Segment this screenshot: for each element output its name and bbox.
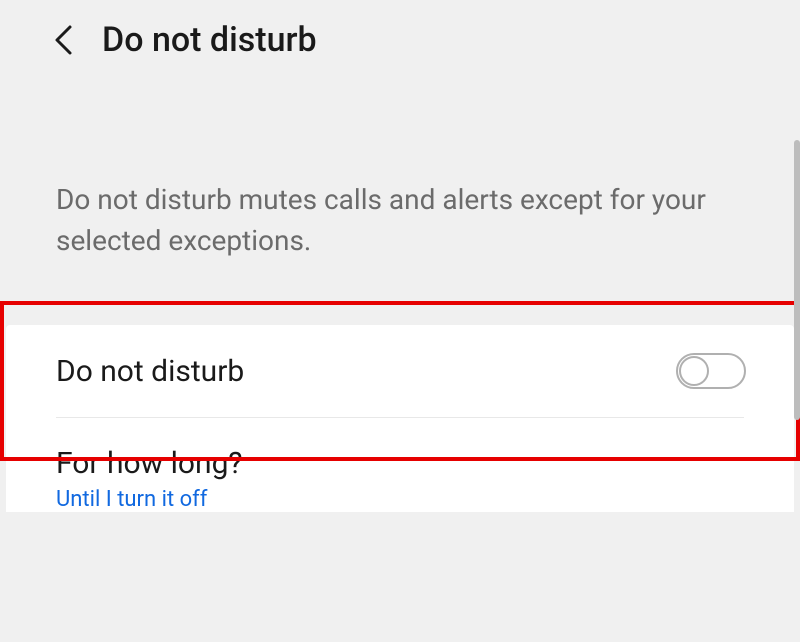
dnd-toggle-label: Do not disturb — [56, 354, 244, 389]
scrollbar[interactable] — [794, 140, 800, 420]
duration-value: Until I turn it off — [56, 487, 746, 512]
dnd-toggle-row[interactable]: Do not disturb — [6, 325, 794, 417]
toggle-knob — [679, 356, 709, 386]
dnd-description: Do not disturb mutes calls and alerts ex… — [0, 80, 800, 311]
dnd-toggle-switch[interactable] — [676, 353, 746, 389]
settings-panel: Do not disturb For how long? Until I tur… — [6, 325, 794, 512]
back-icon[interactable] — [52, 23, 74, 57]
page-title: Do not disturb — [102, 20, 317, 60]
page-header: Do not disturb — [0, 0, 800, 80]
duration-row[interactable]: For how long? Until I turn it off — [6, 418, 794, 512]
duration-label: For how long? — [56, 446, 746, 481]
